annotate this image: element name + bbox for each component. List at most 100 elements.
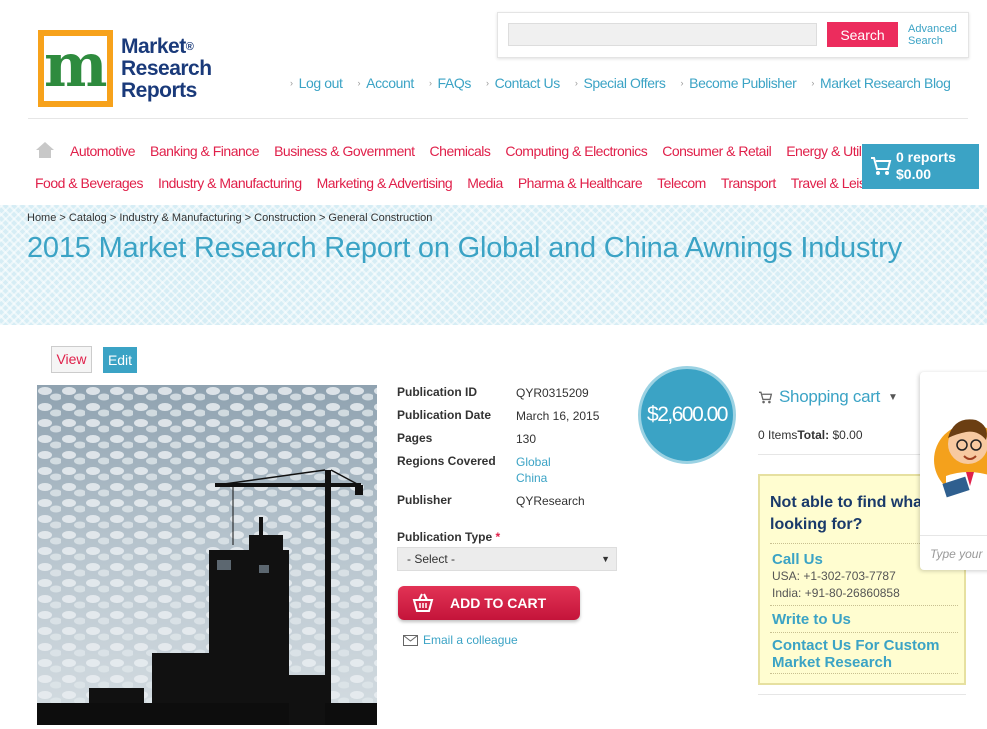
cart-icon bbox=[759, 391, 773, 403]
top-link-label: FAQs bbox=[437, 75, 472, 91]
publisher-value: QYResearch bbox=[516, 494, 585, 508]
nav-consumer-retail[interactable]: Consumer & Retail bbox=[662, 143, 772, 159]
publication-type-selected: - Select - bbox=[407, 552, 456, 566]
shopping-cart-toggle[interactable]: Shopping cart ▼ bbox=[758, 387, 898, 407]
bullet-icon: › bbox=[485, 78, 489, 88]
nav-marketing-advertising[interactable]: Marketing & Advertising bbox=[317, 175, 453, 191]
site-logo[interactable]: m Market® Research Reports bbox=[38, 30, 212, 107]
pages-label: Pages bbox=[397, 431, 433, 445]
top-link-account[interactable]: › Account bbox=[357, 75, 415, 91]
region-china-link[interactable]: China bbox=[516, 470, 547, 486]
cart-items-count: 0 Items bbox=[758, 428, 798, 442]
tab-edit[interactable]: Edit bbox=[103, 347, 137, 373]
add-to-cart-button[interactable]: ADD TO CART bbox=[398, 586, 580, 620]
publication-type-text: Publication Type bbox=[397, 530, 493, 544]
help-divider bbox=[770, 605, 958, 606]
logo-mark: m bbox=[38, 30, 113, 107]
email-colleague-link[interactable]: Email a colleague bbox=[403, 633, 518, 647]
advanced-search-link[interactable]: Advanced Search bbox=[908, 23, 963, 47]
product-image bbox=[37, 385, 377, 725]
logo-line-2: Research bbox=[121, 57, 212, 80]
bullet-icon: › bbox=[680, 78, 684, 88]
cart-count: 0 reports bbox=[896, 149, 956, 165]
bullet-icon: › bbox=[811, 78, 814, 88]
help-divider bbox=[770, 673, 958, 674]
home-icon[interactable] bbox=[36, 142, 54, 158]
top-link-label: Contact Us bbox=[494, 75, 561, 91]
price-badge: $2,600.00 bbox=[638, 366, 736, 464]
support-agent-icon bbox=[934, 419, 987, 498]
phone-usa: USA: +1-302-703-7787 bbox=[772, 569, 896, 583]
top-link-contact[interactable]: › Contact Us bbox=[486, 75, 560, 91]
live-chat-widget[interactable]: Type your bbox=[920, 372, 987, 570]
nav-telecom[interactable]: Telecom bbox=[657, 175, 706, 191]
category-nav-row-2: Food & Beverages Industry & Manufacturin… bbox=[35, 175, 885, 191]
top-link-label: Special Offers bbox=[583, 75, 666, 91]
bullet-icon: › bbox=[357, 78, 361, 88]
header-divider bbox=[28, 118, 968, 119]
bullet-icon: › bbox=[574, 78, 578, 88]
search-input[interactable] bbox=[508, 23, 817, 46]
top-link-label: Log out bbox=[298, 75, 343, 91]
logo-wordmark: Market® Research Reports bbox=[121, 36, 212, 102]
call-us-heading: Call Us bbox=[772, 551, 823, 568]
bullet-icon: › bbox=[290, 78, 293, 88]
nav-automotive[interactable]: Automotive bbox=[70, 143, 136, 159]
chevron-down-icon: ▼ bbox=[888, 391, 898, 403]
shopping-cart-summary: 0 ItemsTotal: $0.00 bbox=[758, 428, 863, 442]
page-title: 2015 Market Research Report on Global an… bbox=[27, 232, 902, 264]
email-colleague-label: Email a colleague bbox=[423, 633, 518, 647]
add-to-cart-label: ADD TO CART bbox=[450, 595, 547, 611]
nav-banking-finance[interactable]: Banking & Finance bbox=[150, 143, 260, 159]
top-link-label: Market Research Blog bbox=[819, 75, 951, 91]
top-link-special-offers[interactable]: › Special Offers bbox=[575, 75, 666, 91]
top-link-blog[interactable]: › Market Research Blog bbox=[811, 75, 951, 91]
logo-letter: m bbox=[44, 31, 108, 101]
custom-research-link[interactable]: Contact Us For Custom Market Research bbox=[772, 637, 952, 671]
breadcrumb[interactable]: Home > Catalog > Industry & Manufacturin… bbox=[27, 212, 432, 224]
envelope-icon bbox=[403, 634, 418, 646]
tab-view[interactable]: View bbox=[51, 346, 92, 373]
header-cart-button[interactable]: 0 reports $0.00 bbox=[862, 144, 979, 189]
chat-divider bbox=[920, 535, 987, 536]
publisher-label: Publisher bbox=[397, 493, 452, 507]
write-to-us-link[interactable]: Write to Us bbox=[772, 611, 851, 628]
nav-computing-electronics[interactable]: Computing & Electronics bbox=[505, 143, 647, 159]
search-panel: Search Advanced Search bbox=[497, 12, 969, 58]
pub-id-value: QYR0315209 bbox=[516, 386, 589, 400]
nav-chemicals[interactable]: Chemicals bbox=[430, 143, 491, 159]
publication-type-label: Publication Type * bbox=[397, 530, 500, 544]
cart-total-label: Total: bbox=[797, 428, 830, 442]
advanced-search-label: Advanced Search bbox=[908, 23, 957, 47]
region-global-link[interactable]: Global bbox=[516, 454, 551, 470]
sidebar-divider bbox=[758, 694, 966, 695]
top-link-become-publisher[interactable]: › Become Publisher bbox=[681, 75, 797, 91]
nav-food-beverages[interactable]: Food & Beverages bbox=[35, 175, 143, 191]
bullet-icon: › bbox=[428, 78, 432, 88]
nav-pharma-healthcare[interactable]: Pharma & Healthcare bbox=[518, 175, 643, 191]
top-link-faqs[interactable]: › FAQs bbox=[429, 75, 471, 91]
cart-total: $0.00 bbox=[896, 166, 932, 182]
phone-india: India: +91-80-26860858 bbox=[772, 586, 900, 600]
publication-type-select[interactable]: - Select - ▼ bbox=[397, 547, 617, 571]
top-link-logout[interactable]: › Log out bbox=[290, 75, 343, 91]
nav-industry-manufacturing[interactable]: Industry & Manufacturing bbox=[158, 175, 302, 191]
pub-id-label: Publication ID bbox=[397, 385, 478, 399]
chevron-down-icon: ▼ bbox=[601, 554, 610, 564]
required-marker: * bbox=[495, 530, 501, 544]
pub-date-label: Publication Date bbox=[397, 408, 492, 422]
pages-value: 130 bbox=[516, 432, 537, 446]
regions-label: Regions Covered bbox=[397, 454, 496, 468]
top-link-label: Account bbox=[366, 75, 414, 91]
logo-line-1: Market bbox=[121, 35, 186, 58]
chat-input[interactable]: Type your bbox=[930, 547, 982, 561]
nav-media[interactable]: Media bbox=[467, 175, 503, 191]
top-link-label: Become Publisher bbox=[689, 75, 797, 91]
logo-line-3: Reports bbox=[121, 79, 197, 102]
shopping-cart-title: Shopping cart bbox=[779, 387, 881, 406]
search-button[interactable]: Search bbox=[827, 22, 898, 47]
cart-icon bbox=[871, 157, 892, 175]
nav-business-government[interactable]: Business & Government bbox=[274, 143, 415, 159]
registered-mark: ® bbox=[185, 41, 194, 53]
nav-transport[interactable]: Transport bbox=[721, 175, 776, 191]
